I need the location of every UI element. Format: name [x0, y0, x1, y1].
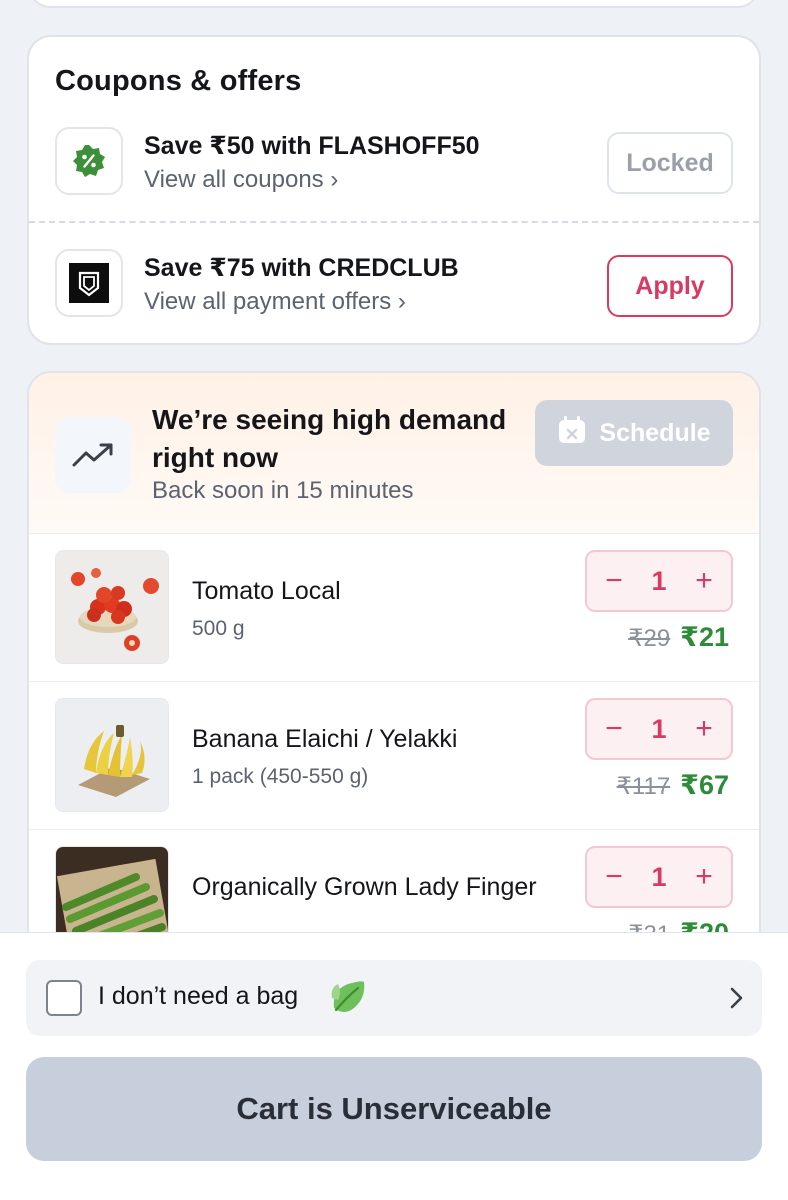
apply-button[interactable]: Apply — [607, 255, 733, 317]
original-price: ₹29 — [628, 625, 671, 652]
decrease-button[interactable]: − — [601, 712, 627, 746]
increase-button[interactable]: + — [691, 564, 717, 598]
discounted-price: ₹21 — [680, 622, 729, 652]
high-demand-banner: We’re seeing high demand right now Back … — [29, 373, 759, 534]
item-name: Banana Elaichi / Yelakki — [192, 725, 458, 753]
calendar-icon — [557, 415, 587, 452]
high-demand-title: We’re seeing high demand right now — [152, 404, 507, 473]
cart-item-tomato: Tomato Local 500 g − 1 + ₹29 ₹21 — [29, 534, 759, 682]
no-bag-label: I don’t need a bag — [98, 982, 299, 1010]
leaf-icon — [328, 978, 368, 1023]
discount-badge-icon — [55, 127, 123, 195]
decrease-button[interactable]: − — [601, 564, 627, 598]
trending-up-icon — [55, 417, 131, 493]
locked-button[interactable]: Locked — [607, 132, 733, 194]
cart-item-banana: Banana Elaichi / Yelakki 1 pack (450-550… — [29, 682, 759, 830]
cred-logo-icon — [55, 249, 123, 317]
quantity-stepper: − 1 + — [585, 698, 733, 760]
tomato-image[interactable] — [55, 550, 169, 664]
decrease-button[interactable]: − — [601, 860, 627, 894]
item-count: 1 — [651, 565, 667, 596]
item-quantity: 500 g — [192, 617, 245, 640]
offer-title: Save ₹75 with CREDCLUB — [144, 254, 459, 282]
discounted-price: ₹67 — [680, 770, 729, 800]
coupons-offers-card: Coupons & offers Save ₹50 with FLASHOFF5… — [27, 35, 761, 345]
offer-row-flashoff[interactable]: Save ₹50 with FLASHOFF50 View all coupon… — [29, 121, 759, 231]
item-price: ₹117 ₹67 — [617, 770, 729, 801]
offer-row-credclub[interactable]: Save ₹75 with CREDCLUB View all payment … — [29, 243, 759, 343]
no-bag-option[interactable]: I don’t need a bag — [26, 960, 762, 1036]
coupons-title: Coupons & offers — [55, 65, 302, 97]
cart-unserviceable-button[interactable]: Cart is Unserviceable — [26, 1057, 762, 1161]
quantity-stepper: − 1 + — [585, 846, 733, 908]
item-count: 1 — [651, 713, 667, 744]
previous-section-card — [27, 0, 761, 8]
increase-button[interactable]: + — [691, 712, 717, 746]
item-name: Organically Grown Lady Finger — [192, 873, 537, 901]
original-price: ₹117 — [616, 773, 671, 800]
dashed-divider — [29, 221, 759, 223]
increase-button[interactable]: + — [691, 860, 717, 894]
quantity-stepper: − 1 + — [585, 550, 733, 612]
view-all-coupons-link[interactable]: View all coupons › — [144, 166, 480, 194]
cart-items-card: We’re seeing high demand right now Back … — [27, 371, 761, 971]
offer-title: Save ₹50 with FLASHOFF50 — [144, 132, 480, 160]
chevron-right-icon[interactable] — [728, 986, 744, 1015]
view-all-payment-offers-link[interactable]: View all payment offers › — [144, 288, 459, 316]
back-soon-text: Back soon in 15 minutes — [152, 477, 414, 504]
item-price: ₹29 ₹21 — [628, 622, 729, 653]
bottom-bar: I don’t need a bag Cart is Unserviceable — [0, 932, 788, 1200]
schedule-button[interactable]: Schedule — [535, 400, 733, 466]
no-bag-checkbox[interactable] — [46, 980, 82, 1016]
item-name: Tomato Local — [192, 577, 341, 605]
banana-image[interactable] — [55, 698, 169, 812]
item-count: 1 — [651, 861, 667, 892]
schedule-label: Schedule — [599, 418, 711, 447]
item-quantity: 1 pack (450-550 g) — [192, 765, 369, 788]
